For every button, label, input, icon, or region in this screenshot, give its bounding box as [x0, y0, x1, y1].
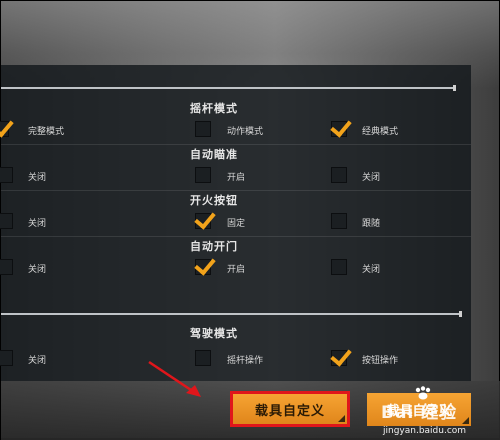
baidu-watermark: Bai 经验 jingyan.baidu.com — [373, 384, 500, 440]
corner-triangle-icon — [338, 415, 345, 422]
section-separator — [1, 236, 471, 237]
label-fire-fixed: 固定 — [227, 219, 246, 229]
vehicle-customize-button[interactable]: 载具自定义 — [230, 391, 350, 427]
checkbox-drive-button[interactable] — [331, 350, 347, 366]
label-auto-door-off-2: 关闭 — [362, 265, 381, 275]
checkbox-full-mode[interactable] — [0, 121, 9, 137]
label-auto-aim-on: 开启 — [227, 173, 246, 183]
section-title-joystick-mode: 摇杆模式 — [190, 102, 238, 115]
vehicle-customize-label: 载具自定义 — [254, 403, 325, 419]
section-title-auto-door: 自动开门 — [190, 240, 238, 253]
section-title-drive-mode: 驾驶模式 — [190, 327, 238, 340]
label-full-mode: 完整模式 — [28, 127, 65, 137]
label-fire-off: 关闭 — [28, 219, 47, 229]
label-drive-off: 关闭 — [28, 356, 47, 366]
checkbox-classic-mode[interactable] — [331, 121, 347, 137]
drive-divider — [1, 311, 462, 317]
checkbox-auto-door-on[interactable] — [195, 259, 211, 275]
checkbox-fire-follow[interactable] — [331, 213, 347, 229]
section-title-fire-button: 开火按钮 — [190, 194, 238, 207]
checkbox-auto-aim-off[interactable] — [0, 167, 13, 183]
checkbox-action-mode[interactable] — [195, 121, 211, 137]
checkbox-auto-aim-off-2[interactable] — [331, 167, 347, 183]
label-auto-door-off: 关闭 — [28, 265, 47, 275]
label-drive-button: 按钮操作 — [362, 356, 399, 366]
label-fire-follow: 跟随 — [362, 219, 381, 229]
watermark-brand: Bai 经验 — [381, 403, 458, 423]
section-separator — [1, 190, 471, 191]
section-separator — [1, 144, 471, 145]
label-action-mode: 动作模式 — [227, 127, 264, 137]
checkbox-drive-off[interactable] — [0, 350, 13, 366]
checkbox-auto-aim-on[interactable] — [195, 167, 211, 183]
game-settings-screen: 摇杆模式 完整模式 动作模式 经典模式 自动瞄准 关闭 开启 关闭 开火按钮 关… — [0, 0, 500, 440]
watermark-url: jingyan.baidu.com — [383, 426, 467, 436]
label-drive-joystick: 摇杆操作 — [227, 356, 264, 366]
checkbox-fire-fixed[interactable] — [195, 213, 211, 229]
label-classic-mode: 经典模式 — [362, 127, 399, 137]
red-arrow-annotation — [148, 360, 201, 397]
label-auto-aim-off: 关闭 — [28, 173, 47, 183]
label-auto-door-on: 开启 — [227, 265, 246, 275]
checkbox-fire-off[interactable] — [0, 213, 13, 229]
label-auto-aim-off-2: 关闭 — [362, 173, 381, 183]
checkbox-auto-door-off-2[interactable] — [331, 259, 347, 275]
section-title-auto-aim: 自动瞄准 — [190, 148, 238, 161]
top-divider — [1, 85, 456, 91]
checkbox-auto-door-off[interactable] — [0, 259, 13, 275]
